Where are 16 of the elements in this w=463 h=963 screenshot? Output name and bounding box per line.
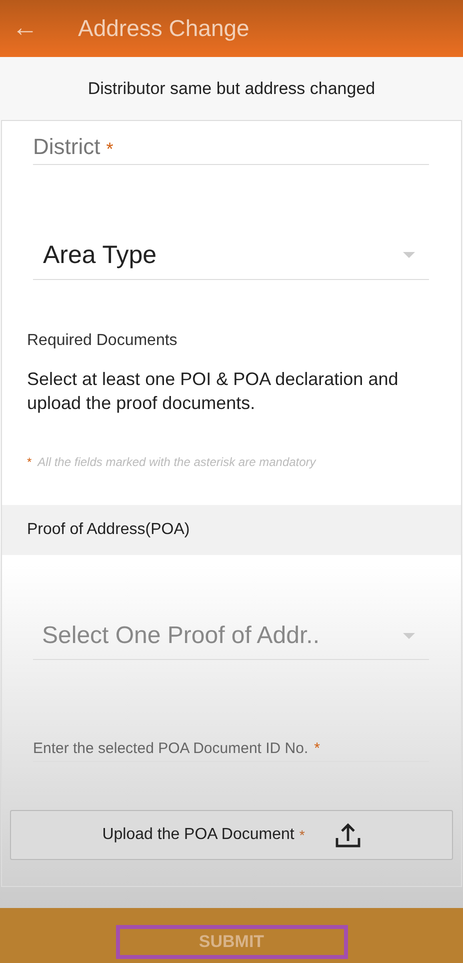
mandatory-note: All the fields marked with the asterisk are mandatory bbox=[38, 455, 316, 469]
instruction-text: Select at least one POI & POA declaration and upload the proof documents. bbox=[27, 368, 400, 415]
upload-button[interactable]: Upload the POA Document * bbox=[10, 810, 453, 860]
dropdown-field[interactable]: Area Type bbox=[33, 231, 429, 280]
dropdown-field[interactable]: Select One Proof of Addr.. bbox=[33, 613, 429, 660]
district-field[interactable]: District * bbox=[33, 121, 429, 165]
subtitle: Distributor same but address changed bbox=[88, 78, 376, 98]
screen-title: Address Change bbox=[78, 15, 250, 42]
caret-icon bbox=[403, 252, 415, 258]
document-id-field[interactable]: Enter the selected POA Document ID No. * bbox=[33, 730, 429, 762]
section-heading: Required Documents bbox=[27, 332, 178, 350]
back-button[interactable]: ← bbox=[0, 14, 40, 44]
upload-icon bbox=[334, 822, 361, 848]
asterisk: * bbox=[27, 455, 32, 469]
caret-icon bbox=[403, 633, 415, 639]
section-heading: Proof of Address(POA) bbox=[27, 521, 190, 539]
